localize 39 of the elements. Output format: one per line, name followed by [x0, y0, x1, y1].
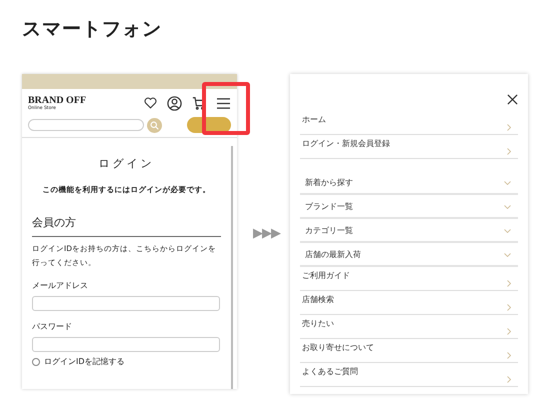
page-title: スマートフォン	[22, 17, 163, 42]
chevron-down-icon	[503, 252, 512, 258]
field-label: メールアドレス	[32, 280, 89, 291]
menu-item[interactable]: ご利用ガイド	[300, 267, 518, 291]
chevron-right-icon	[506, 327, 512, 336]
scrollbar[interactable]	[231, 146, 233, 389]
menu-item[interactable]: 店舗の最新入荷	[300, 243, 518, 267]
heart-icon[interactable]	[144, 97, 157, 109]
chevron-down-icon	[503, 180, 512, 186]
menu-item[interactable]: カテゴリ一覧	[300, 219, 518, 243]
store-logo[interactable]: BRAND OFF	[28, 95, 86, 106]
menu-item[interactable]: 売りたい	[300, 315, 518, 339]
remember-checkbox[interactable]: ログインIDを記憶する	[32, 356, 221, 367]
menu-item[interactable]: お取り寄せについて	[300, 339, 518, 363]
search-field[interactable]	[28, 119, 144, 131]
close-icon[interactable]	[507, 94, 518, 105]
login-heading: ログイン	[98, 156, 156, 171]
field-label: パスワード	[32, 321, 73, 332]
chevron-right-icon	[506, 351, 512, 360]
chevron-down-icon	[503, 228, 512, 234]
chevron-down-icon	[503, 204, 512, 210]
input-field[interactable]	[32, 337, 220, 352]
chevron-right-icon	[506, 303, 512, 312]
menu-item[interactable]: 店舗検索	[300, 291, 518, 315]
chevron-right-icon	[506, 123, 512, 132]
arrow-marks: ▶▶▶	[253, 226, 280, 241]
chevron-right-icon	[506, 279, 512, 288]
search-icon	[150, 120, 159, 130]
menu-icon[interactable]	[216, 96, 231, 110]
menu-item[interactable]: ログイン・新規会員登録	[300, 135, 518, 159]
chevron-right-icon	[506, 375, 512, 384]
chevron-right-icon	[506, 147, 512, 156]
section-heading: 会員の方	[32, 215, 221, 237]
menu-item[interactable]: ホーム	[300, 111, 518, 135]
menu-item[interactable]: よくあるご質問	[300, 363, 518, 387]
menu-item[interactable]: ブランド一覧	[300, 195, 518, 219]
input-field[interactable]	[32, 296, 220, 311]
menu-item[interactable]: 新着から探す	[300, 171, 518, 195]
account-icon[interactable]	[167, 96, 182, 110]
